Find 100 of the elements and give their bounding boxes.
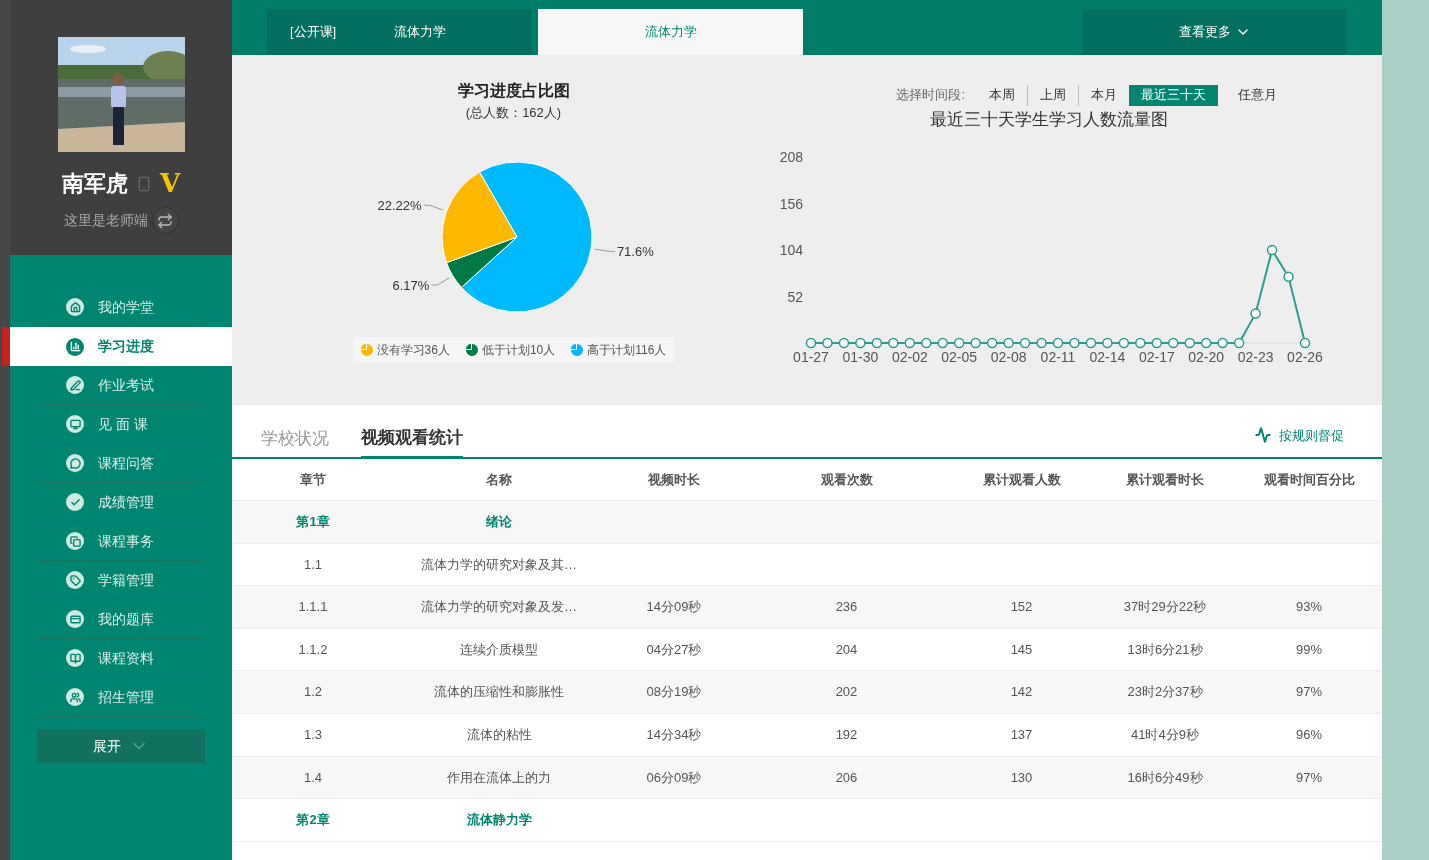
table-cell-text: 142 [1009,683,1034,702]
y-tick-label: 208 [779,148,803,165]
point [805,337,817,348]
table-cell-text: 130 [1009,768,1034,787]
leader-line [423,204,444,210]
table-cell-text: 流体力学的研究对象及其… [420,555,578,574]
tag-icon [66,571,84,589]
point [855,337,866,348]
point [904,337,916,348]
table-cell-text: 1.4 [302,768,324,787]
vip-mark: V [159,167,181,200]
nav-item[interactable]: 成绩管理 [38,483,204,522]
chart-title: 学习进度占比图 [457,81,570,101]
point [1019,337,1031,348]
nav-item[interactable]: 课程资料 [38,639,204,678]
expand-button[interactable]: 展开 [37,729,205,763]
period-option[interactable]: 最近三十天 [1129,84,1218,106]
nav-item[interactable]: 课程事务 [38,522,204,561]
x-tick-label: 01-30 [842,348,879,365]
chat-bubble-icon [66,454,84,472]
teacher-name: 南军虎 [61,170,128,198]
nav-item[interactable]: 作业考试 [38,366,204,405]
column-header: 名称 [485,470,513,489]
monitor-icon [66,415,84,433]
course-tab[interactable]: [公开课] [290,22,337,42]
leader-line [594,248,616,252]
table-cell-text: 16时6分49秒 [1126,768,1204,787]
table-cell-text: 37时29分22秒 [1122,598,1208,617]
nav-item[interactable]: 学籍管理 [38,561,204,600]
point [986,337,998,348]
x-tick-label: 02-05 [941,348,978,365]
point [1200,337,1212,348]
table-cell-text: 97% [1295,683,1323,702]
role-label: 这里是老师端 [63,211,148,230]
table-cell-text: 流体的粘性 [465,726,533,744]
point [871,337,883,348]
x-tick-label: 02-02 [891,348,928,365]
table-cell-text: 204 [834,640,859,659]
period-option[interactable]: 本周 [977,84,1028,106]
chapter-title: 绪论 [485,513,513,532]
section-tab[interactable]: 视频观看统计 [361,424,463,459]
table-cell-text: 202 [834,683,859,702]
x-tick-label: 01-27 [793,348,829,365]
slice-label: 6.17% [392,277,430,293]
legend-label: 没有学习36人 [376,341,450,359]
table-cell-text: 1.2 [302,683,324,702]
table-cell-text: 96% [1295,726,1323,744]
y-tick-label: 156 [779,195,803,211]
column-header: 视频时长 [647,470,701,489]
course-tab[interactable]: 流体力学 [394,22,447,42]
y-tick-label: 104 [779,241,803,258]
point [822,337,833,348]
point [1102,337,1113,348]
view-more-button[interactable]: 查看更多 [1082,9,1347,55]
point [1283,271,1294,282]
check-icon [66,493,84,511]
switch-role-button[interactable] [151,207,179,234]
point [1052,337,1064,348]
point [838,337,850,348]
course-tab[interactable]: 流体力学 [538,9,803,55]
pen-icon [66,376,84,394]
nav-item[interactable]: 见 面 课 [38,405,204,444]
y-tick-label: 52 [787,288,803,304]
point [1151,337,1163,348]
table-cell-text: 04分27秒 [645,640,703,659]
slice-label: 22.22% [377,197,422,213]
point [1118,337,1130,348]
table-cell-text: 145 [1009,640,1034,659]
table-cell-text: 1.3 [302,726,324,744]
table-cell-text: 1.1 [302,555,324,574]
point [1299,337,1311,348]
table-cell-text: 连续介质模型 [459,640,539,659]
table-cell-text: 14分34秒 [645,726,703,744]
table-cell-text: 23时2分37秒 [1126,683,1204,702]
point [921,337,932,348]
period-label: 选择时间段: [896,86,965,105]
remind-link[interactable]: 按规则督促 [1255,425,1344,445]
nav-item[interactable]: 招生管理 [38,678,204,717]
table-cell-text: 152 [1009,598,1034,617]
book-icon [66,649,84,667]
section-tab[interactable]: 学校状况 [261,425,329,457]
period-option[interactable]: 任意月 [1226,84,1289,106]
table-cell-text: 137 [1009,726,1034,744]
nav-item[interactable]: 我的题库 [38,600,204,639]
pulse-icon [1255,427,1271,444]
period-option[interactable]: 本月 [1079,84,1129,106]
column-header: 累计观看时长 [1125,470,1205,489]
chart-subtitle: (总人数：162人) [465,104,562,122]
table-cell-text: 99% [1295,640,1323,659]
period-option[interactable]: 上周 [1028,84,1079,106]
slice-label: 71.6% [616,243,654,259]
chapter-number: 第1章 [295,513,331,532]
x-tick-label: 02-08 [990,348,1027,365]
table-cell-text: 作用在流体上的力 [446,768,552,787]
table-cell-text: 93% [1295,598,1323,617]
nav-item[interactable]: 课程问答 [38,444,204,483]
point [1003,337,1014,348]
table-cell-text: 06分09秒 [645,768,703,787]
point [937,337,948,348]
switch-icon [157,212,173,229]
